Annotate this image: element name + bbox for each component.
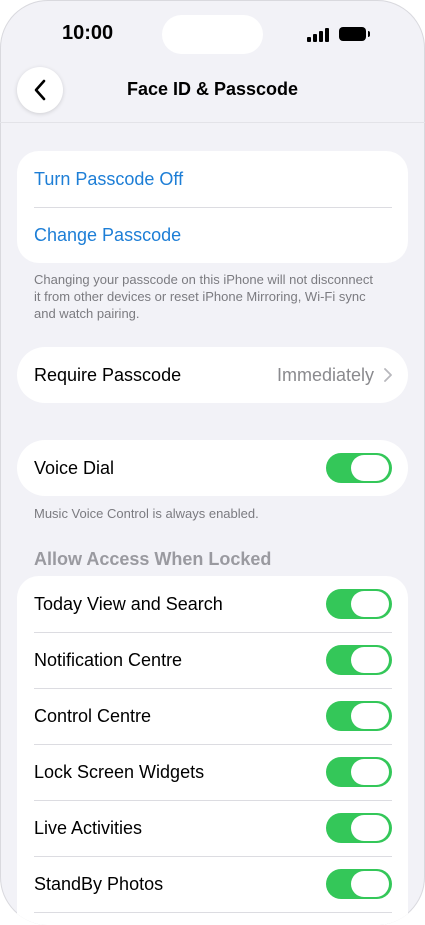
passcode-footnote: Changing your passcode on this iPhone wi… [34,272,373,321]
list-item-label: Control Centre [34,705,152,726]
voice-dial-footnote: Music Voice Control is always enabled. [34,506,259,521]
page-title: Face ID & Passcode [126,79,299,99]
lock-screen-widgets-toggle[interactable] [326,757,392,787]
allow-access-group: Today View and Search Notification Centr… [17,576,408,925]
list-item-label: Notification Centre [34,649,183,670]
voice-dial-toggle[interactable] [326,453,392,483]
list-item-today-view: Today View and Search [17,576,408,632]
phone-screen: 10:00 Face ID & Passcode Turn Passcode O… [0,0,425,925]
require-passcode-row[interactable]: Require Passcode Immediately [17,347,408,403]
change-passcode-label: Change Passcode [34,224,182,245]
battery-icon [339,27,370,41]
list-item-label: Today View and Search [34,593,223,614]
voice-dial-row: Voice Dial [17,440,408,496]
list-item-label: Live Activities [34,817,143,838]
require-passcode-label: Require Passcode [34,364,182,385]
list-item-notification-centre: Notification Centre [17,632,408,688]
toggle-knob [351,455,389,481]
list-item-live-activities: Live Activities [17,800,408,856]
live-activities-toggle[interactable] [326,813,392,843]
change-passcode-button[interactable]: Change Passcode [17,207,408,263]
toggle-knob [351,759,389,785]
list-item-label: Lock Screen Widgets [34,761,205,782]
list-item-standby-photos: StandBy Photos [17,856,408,912]
chevron-right-icon [384,368,392,382]
toggle-knob [351,871,389,897]
cellular-signal-icon [307,28,329,42]
list-item-label: StandBy Photos [34,873,164,894]
standby-photos-toggle[interactable] [326,869,392,899]
require-passcode-value: Immediately [276,364,374,385]
toggle-knob [351,815,389,841]
notification-centre-toggle[interactable] [326,645,392,675]
toggle-knob [351,703,389,729]
turn-passcode-off-label: Turn Passcode Off [34,168,184,189]
list-item-control-centre: Control Centre [17,688,408,744]
toggle-knob [351,647,389,673]
list-divider [17,912,408,917]
nav-divider [0,122,425,123]
allow-access-header: Allow Access When Locked [34,549,272,569]
voice-dial-group: Voice Dial [17,440,408,496]
passcode-group: Turn Passcode Off Change Passcode [17,151,408,263]
control-centre-toggle[interactable] [326,701,392,731]
voice-dial-label: Voice Dial [34,457,115,478]
status-time: 10:00 [62,22,114,44]
toggle-knob [351,591,389,617]
dynamic-island [162,15,263,54]
list-item-lock-screen-widgets: Lock Screen Widgets [17,744,408,800]
today-view-toggle[interactable] [326,589,392,619]
require-passcode-group: Require Passcode Immediately [17,347,408,403]
turn-passcode-off-button[interactable]: Turn Passcode Off [17,151,408,207]
